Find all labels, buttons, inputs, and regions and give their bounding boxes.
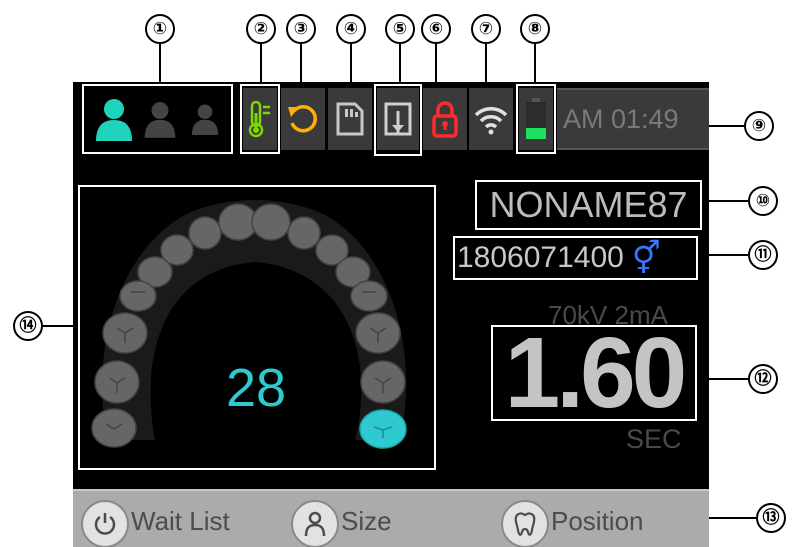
thermometer-icon xyxy=(248,100,270,138)
callout-14: ⑭ xyxy=(13,311,43,341)
callout-3: ③ xyxy=(286,14,316,44)
callout-line-8 xyxy=(534,44,536,84)
battery-cell xyxy=(519,88,553,150)
patient-adult[interactable] xyxy=(91,88,137,150)
tooth-18[interactable] xyxy=(91,408,137,448)
manual-figure: ① ② ③ ④ ⑤ ⑥ ⑦ ⑧ ⑨ ⑩ ⑪ ⑫ ⑬ ⑭ AM 01:49 NON… xyxy=(0,0,797,547)
callout-line-6 xyxy=(435,44,437,84)
callout-12: ⑫ xyxy=(748,364,778,394)
reset-icon xyxy=(288,104,317,133)
callout-line-9 xyxy=(709,125,744,127)
save-cell[interactable] xyxy=(377,88,419,150)
patient-id[interactable]: 1806071400 ⚥ xyxy=(453,236,698,280)
tooth-25[interactable] xyxy=(350,280,388,312)
wifi-cell xyxy=(469,88,513,150)
callout-line-5 xyxy=(399,44,401,84)
callout-10: ⑩ xyxy=(748,186,778,216)
callout-line-7 xyxy=(485,44,487,84)
temperature-cell xyxy=(243,88,277,150)
position-button[interactable]: Position xyxy=(501,491,644,547)
power-icon xyxy=(81,500,129,547)
clock: AM 01:49 xyxy=(557,88,709,150)
adult-icon xyxy=(96,99,132,141)
patient-child[interactable] xyxy=(186,88,224,150)
callout-line-1 xyxy=(159,44,161,84)
callout-11: ⑪ xyxy=(748,240,778,270)
tooth-icon xyxy=(501,500,549,547)
callout-line-3 xyxy=(300,44,302,84)
exposure-unit: SEC xyxy=(626,424,682,454)
tooth-22[interactable] xyxy=(287,216,321,250)
tooth-27[interactable] xyxy=(360,360,406,404)
teen-icon xyxy=(144,102,176,138)
selected-tooth-number: 28 xyxy=(226,358,287,418)
tooth-21[interactable] xyxy=(251,203,291,241)
battery-icon xyxy=(526,98,546,139)
callout-4: ④ xyxy=(336,14,366,44)
size-label: Size xyxy=(341,505,392,536)
callout-13: ⑬ xyxy=(756,503,786,533)
callout-6: ⑥ xyxy=(421,14,451,44)
callout-line-2 xyxy=(260,44,262,84)
callout-7: ⑦ xyxy=(471,14,501,44)
tooth-17[interactable] xyxy=(94,360,140,404)
dental-arch xyxy=(91,200,407,449)
exposure-time: 1.60 xyxy=(491,317,697,429)
child-icon xyxy=(191,104,219,135)
lock-cell[interactable] xyxy=(423,88,467,150)
callout-line-4 xyxy=(350,44,352,84)
save-icon xyxy=(384,102,412,136)
time-text: AM 01:49 xyxy=(563,103,679,134)
bottom-toolbar: Wait List Size Position xyxy=(73,489,709,547)
lock-icon xyxy=(432,101,458,138)
callout-5: ⑤ xyxy=(385,14,415,44)
person-outline-icon xyxy=(291,500,339,547)
tooth-12[interactable] xyxy=(188,216,222,250)
callout-line-13 xyxy=(709,517,756,519)
tooth-28-selected[interactable] xyxy=(359,409,407,449)
sd-card-cell xyxy=(328,88,372,150)
wait-list-label: Wait List xyxy=(131,505,230,536)
patient-id-text: 1806071400 xyxy=(457,241,624,274)
patient-teen[interactable] xyxy=(140,88,180,150)
sd-card-icon xyxy=(336,102,364,136)
callout-2: ② xyxy=(246,14,276,44)
patient-name[interactable]: NONAME87 xyxy=(475,180,702,230)
callout-1: ① xyxy=(145,14,175,44)
callout-8: ⑧ xyxy=(520,14,550,44)
reset-cell[interactable] xyxy=(281,88,325,150)
wifi-icon xyxy=(474,107,508,135)
callout-9: ⑨ xyxy=(744,111,774,141)
gender-icon: ⚥ xyxy=(631,239,661,277)
size-button[interactable]: Size xyxy=(291,491,392,547)
patient-name-text: NONAME87 xyxy=(489,184,688,225)
wait-list-button[interactable]: Wait List xyxy=(81,491,230,547)
tooth-15[interactable] xyxy=(119,280,157,312)
position-label: Position xyxy=(551,505,644,536)
exposure-time-value: 1.60 xyxy=(504,317,688,429)
